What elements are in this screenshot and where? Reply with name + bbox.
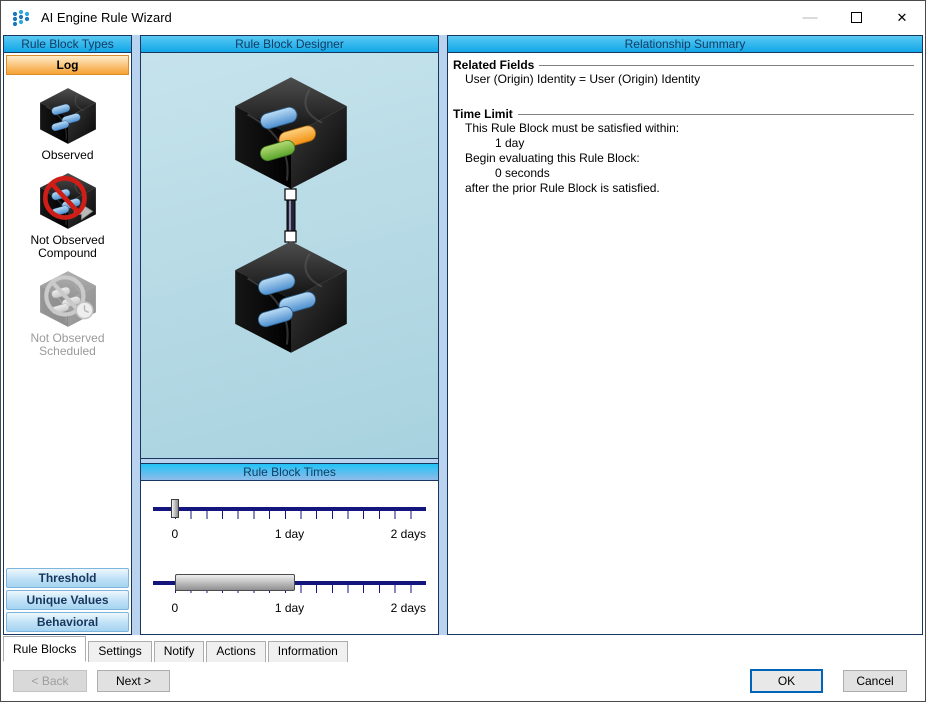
tick-label-one-day: 1 day <box>274 527 305 541</box>
type-item-not-observed-scheduled[interactable]: Not Observed Scheduled <box>18 270 118 358</box>
category-buttons: Threshold Unique Values Behavioral <box>4 565 131 634</box>
time-limit-slider: 0 1 day 2 days <box>153 499 426 545</box>
rule-block-types-panel: Rule Block Types Log Observed Not Observ… <box>3 35 132 635</box>
tab-actions[interactable]: Actions <box>206 641 266 662</box>
time-limit-title: Time Limit <box>453 107 914 121</box>
time-limit-value: 1 day <box>495 136 525 150</box>
tab-information[interactable]: Information <box>267 641 348 662</box>
wizard-tab-strip: Rule Blocks Settings Notify Actions Info… <box>1 635 925 662</box>
maximize-button[interactable] <box>833 1 879 34</box>
right-splitter[interactable] <box>439 35 447 635</box>
rule-block-1-cube[interactable] <box>235 77 347 189</box>
time-limit-group: Time Limit This Rule Block must be satis… <box>453 107 914 196</box>
time-limit-line: Begin evaluating this Rule Block: <box>465 151 640 165</box>
time-limit-slider-track[interactable] <box>153 499 426 519</box>
tick-label-zero: 0 <box>171 601 179 615</box>
type-label: Observed <box>41 148 94 162</box>
evaluation-range-bar[interactable] <box>174 574 295 591</box>
type-label: Not Observed Compound <box>30 233 105 260</box>
main-area: Rule Block Types Log Observed Not Observ… <box>1 35 925 635</box>
rule-block-times-body: 0 1 day 2 days 0 1 day 2 days <box>141 481 438 634</box>
relationship-summary-panel: Relationship Summary Related Fields User… <box>447 35 923 635</box>
app-logo-icon <box>12 9 30 26</box>
rule-block-types-header: Rule Block Types <box>4 36 131 53</box>
time-limit-line: after the prior Rule Block is satisfied. <box>465 181 660 195</box>
rule-block-connector[interactable] <box>284 188 297 243</box>
threshold-category-button[interactable]: Threshold <box>6 568 129 588</box>
type-item-observed[interactable]: Observed <box>37 87 99 162</box>
title-bar: AI Engine Rule Wizard — ✕ <box>1 1 925 34</box>
rule-block-types-body: Log Observed Not Observed Compound Not O… <box>4 53 131 634</box>
minimize-button[interactable]: — <box>787 1 833 34</box>
slider-axis-labels: 0 1 day 2 days <box>153 601 426 615</box>
time-limit-value: 0 seconds <box>495 166 550 180</box>
rule-block-designer-panel: Rule Block Designer Rule Block Times 0 1… <box>140 35 439 635</box>
tick-label-one-day: 1 day <box>274 601 305 615</box>
type-item-not-observed-compound[interactable]: Not Observed Compound <box>18 172 118 260</box>
left-splitter[interactable] <box>132 35 140 635</box>
close-button[interactable]: ✕ <box>879 1 925 34</box>
ai-engine-rule-wizard-window: AI Engine Rule Wizard — ✕ Rule Block Typ… <box>0 0 926 702</box>
related-fields-value: User (Origin) Identity = User (Origin) I… <box>465 72 701 86</box>
ok-button[interactable]: OK <box>750 668 823 693</box>
relationship-summary-body: Related Fields User (Origin) Identity = … <box>448 53 922 634</box>
time-limit-slider-thumb[interactable] <box>170 499 179 518</box>
tick-label-two-days: 2 days <box>390 527 426 541</box>
rule-block-designer-header: Rule Block Designer <box>141 36 438 53</box>
rule-block-2-cube[interactable] <box>235 241 347 353</box>
window-title: AI Engine Rule Wizard <box>41 10 172 25</box>
time-limit-line: This Rule Block must be satisfied within… <box>465 121 680 135</box>
behavioral-category-button[interactable]: Behavioral <box>6 612 129 632</box>
slider-tick-marks <box>174 511 426 519</box>
rule-block-designer-canvas[interactable] <box>141 53 438 459</box>
related-fields-group: Related Fields User (Origin) Identity = … <box>453 58 914 87</box>
tab-rule-blocks[interactable]: Rule Blocks <box>3 636 87 662</box>
cancel-button[interactable]: Cancel <box>843 669 907 692</box>
observed-cube-icon <box>37 87 99 145</box>
not-observed-scheduled-icon <box>37 270 99 328</box>
maximize-icon <box>850 12 862 23</box>
rule-block-diagram <box>141 53 438 457</box>
tab-notify[interactable]: Notify <box>153 641 205 662</box>
next-button[interactable]: Next > <box>97 669 170 692</box>
tick-label-two-days: 2 days <box>390 601 426 615</box>
log-category-button[interactable]: Log <box>6 55 129 75</box>
tick-label-zero: 0 <box>171 527 179 541</box>
window-controls: — ✕ <box>787 1 925 34</box>
evaluation-range-slider: 0 1 day 2 days <box>153 573 426 619</box>
type-label: Not Observed Scheduled <box>30 331 105 358</box>
slider-axis-labels: 0 1 day 2 days <box>153 527 426 541</box>
relationship-summary-header: Relationship Summary <box>448 36 922 53</box>
back-button[interactable]: < Back <box>13 669 87 692</box>
tab-settings[interactable]: Settings <box>88 641 152 662</box>
footer-button-bar: < Back Next > OK Cancel <box>1 660 925 701</box>
unique-values-category-button[interactable]: Unique Values <box>6 590 129 610</box>
related-fields-title: Related Fields <box>453 58 914 72</box>
evaluation-slider-track[interactable] <box>153 574 426 593</box>
rule-block-times-header: Rule Block Times <box>141 464 438 481</box>
not-observed-compound-icon <box>37 172 99 230</box>
